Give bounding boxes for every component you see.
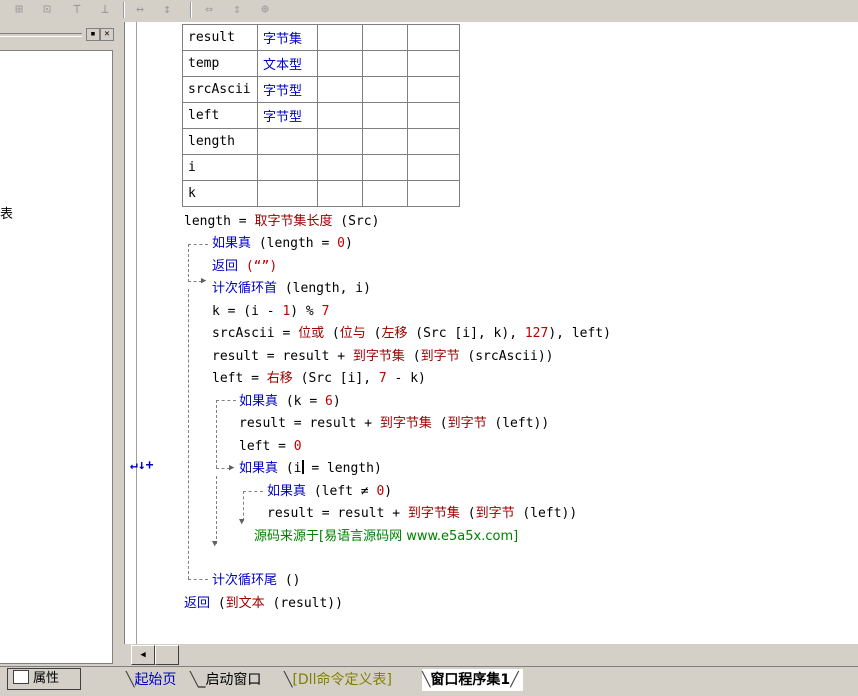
- equal-vspace-icon[interactable]: ⇕: [228, 2, 246, 18]
- variable-name[interactable]: i: [182, 154, 258, 181]
- variable-table[interactable]: result 字节集 temp 文本型 srcAscii 字节型 left 字节型 length…: [182, 24, 460, 207]
- variable-cell[interactable]: [362, 50, 408, 77]
- properties-tab[interactable]: 属性: [7, 668, 81, 690]
- clipped-item: 表: [0, 207, 14, 222]
- same-height-icon[interactable]: ↕: [158, 2, 176, 18]
- variable-type[interactable]: [257, 154, 318, 181]
- line-marker[interactable]: ↵↓+: [130, 458, 153, 473]
- variable-name[interactable]: result: [182, 24, 258, 51]
- align-left-icon[interactable]: ⊞: [10, 2, 28, 18]
- code-line[interactable]: result = result + 到字节集 (到字节 (left)): [239, 415, 549, 433]
- variable-type[interactable]: 字节型: [257, 102, 318, 129]
- variable-name[interactable]: length: [182, 128, 258, 155]
- panel-list[interactable]: 表: [0, 50, 113, 664]
- variable-cell[interactable]: [317, 128, 363, 155]
- tab-startup-window[interactable]: ╲_启动窗口: [190, 669, 261, 691]
- variable-cell[interactable]: [362, 128, 408, 155]
- tab-window-assembly[interactable]: ╲窗口程序集1╱: [422, 669, 523, 691]
- variable-name[interactable]: srcAscii: [182, 76, 258, 103]
- tab-start-page[interactable]: ╲起始页: [126, 669, 176, 691]
- variable-name[interactable]: k: [182, 180, 258, 207]
- variable-name[interactable]: left: [182, 102, 258, 129]
- variable-type[interactable]: [257, 180, 318, 207]
- variable-row[interactable]: result 字节集: [182, 24, 460, 51]
- variable-cell[interactable]: [407, 102, 460, 129]
- variable-cell[interactable]: [407, 24, 460, 51]
- variable-cell[interactable]: [362, 76, 408, 103]
- variable-type[interactable]: 文本型: [257, 50, 318, 77]
- text-cursor: [301, 460, 304, 474]
- close-icon[interactable]: ✕: [100, 28, 114, 41]
- properties-icon: [13, 670, 29, 684]
- code-line[interactable]: k = (i - 1) % 7: [212, 303, 329, 321]
- code-line[interactable]: 返回 (到文本 (result)): [184, 595, 343, 613]
- align-middle-icon[interactable]: ⊥: [96, 2, 114, 18]
- code-line[interactable]: left = 右移 (Src [i], 7 - k): [212, 370, 426, 388]
- code-line[interactable]: 计次循环尾 (): [212, 572, 301, 590]
- equal-hspace-icon[interactable]: ⇔: [200, 2, 218, 18]
- variable-cell[interactable]: [317, 76, 363, 103]
- same-width-icon[interactable]: ↔: [131, 2, 149, 18]
- restore-icon[interactable]: ▪: [86, 28, 100, 41]
- bottom-tab-bar: 属性 ╲起始页 ╲_启动窗口 ╲[Dll命令定义表] ╲窗口程序集1╱: [0, 666, 858, 696]
- code-editor[interactable]: ↵↓+ result 字节集 temp 文本型 srcAscii 字节型 left 字节型 le…: [124, 22, 858, 644]
- variable-cell[interactable]: [317, 24, 363, 51]
- variable-cell[interactable]: [407, 180, 460, 207]
- code-line[interactable]: length = 取字节集长度 (Src): [184, 213, 379, 231]
- panel-titlebar: ▪ ✕: [0, 26, 118, 44]
- variable-cell[interactable]: [317, 180, 363, 207]
- variable-cell[interactable]: [407, 50, 460, 77]
- variable-row[interactable]: srcAscii 字节型: [182, 76, 460, 103]
- variable-row[interactable]: left 字节型: [182, 102, 460, 129]
- variable-row[interactable]: i: [182, 154, 460, 181]
- code-line[interactable]: 如果真 (left ≠ 0): [267, 483, 392, 501]
- variable-row[interactable]: temp 文本型: [182, 50, 460, 77]
- variable-cell[interactable]: [317, 102, 363, 129]
- code-line[interactable]: 返回 (“”): [212, 258, 277, 276]
- align-top-icon[interactable]: ⊤: [68, 2, 86, 18]
- variable-cell[interactable]: [362, 102, 408, 129]
- code-line[interactable]: left = 0: [239, 438, 302, 456]
- variable-cell[interactable]: [407, 154, 460, 181]
- code-line[interactable]: 计次循环首 (length, i): [212, 280, 371, 298]
- variable-cell[interactable]: [362, 180, 408, 207]
- code-line[interactable]: srcAscii = 位或 (位与 (左移 (Src [i], k), 127)…: [212, 325, 611, 343]
- variable-cell[interactable]: [362, 154, 408, 181]
- left-panel: ▪ ✕ 表: [0, 22, 118, 668]
- variable-row[interactable]: length: [182, 128, 460, 155]
- align-center-icon[interactable]: ⊡: [38, 2, 56, 18]
- scroll-thumb[interactable]: [155, 645, 179, 665]
- code-line[interactable]: result = result + 到字节集 (到字节 (left)): [267, 505, 577, 523]
- variable-cell[interactable]: [407, 76, 460, 103]
- variable-type[interactable]: [257, 128, 318, 155]
- code-line[interactable]: 如果真 (i = length): [239, 460, 382, 478]
- comment-line[interactable]: 源码来源于[易语言源码网 www.e5a5x.com]: [254, 528, 518, 546]
- code-line[interactable]: 如果真 (length = 0): [212, 235, 353, 253]
- horizontal-scrollbar[interactable]: ◀: [128, 644, 858, 665]
- variable-type[interactable]: 字节集: [257, 24, 318, 51]
- variable-cell[interactable]: [317, 154, 363, 181]
- scroll-left-icon[interactable]: ◀: [131, 645, 155, 665]
- center-icon[interactable]: ⊕: [256, 2, 274, 18]
- code-line[interactable]: result = result + 到字节集 (到字节 (srcAscii)): [212, 348, 554, 366]
- toolbar: ⊞ ⊡ ⊤ ⊥ ↔ ↕ ⇔ ⇕ ⊕: [0, 0, 858, 22]
- variable-cell[interactable]: [362, 24, 408, 51]
- code-line[interactable]: 如果真 (k = 6): [239, 393, 341, 411]
- variable-type[interactable]: 字节型: [257, 76, 318, 103]
- variable-name[interactable]: temp: [182, 50, 258, 77]
- variable-cell[interactable]: [407, 128, 460, 155]
- variable-cell[interactable]: [317, 50, 363, 77]
- variable-row[interactable]: k: [182, 180, 460, 207]
- tab-dll-commands[interactable]: ╲[Dll命令定义表]: [284, 669, 392, 691]
